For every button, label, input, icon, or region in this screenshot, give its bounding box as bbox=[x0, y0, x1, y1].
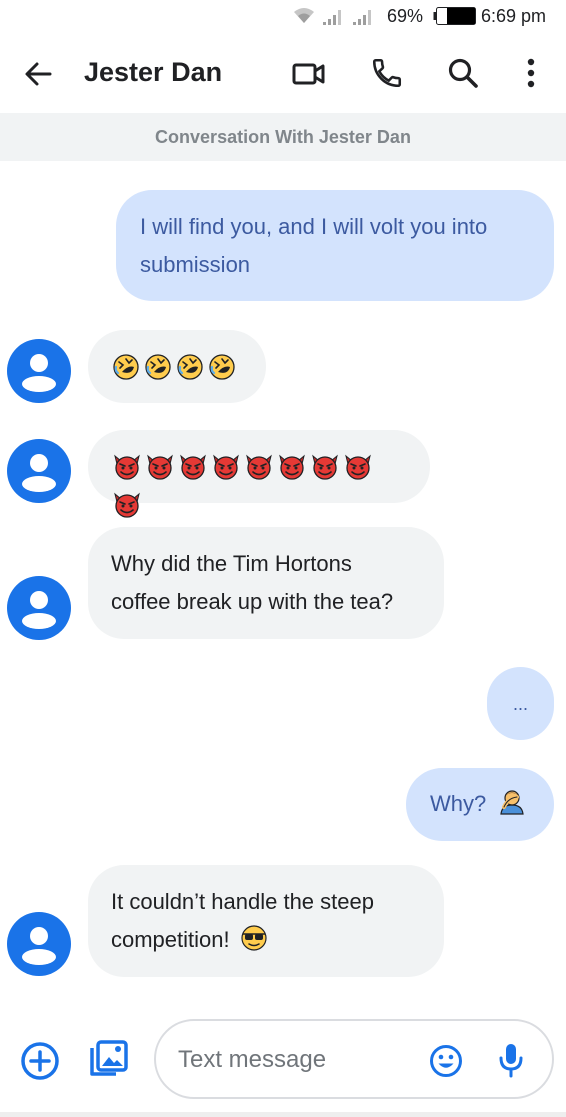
phone-call-icon[interactable] bbox=[370, 56, 404, 90]
message-text-line: Why did the Tim Hortons bbox=[111, 551, 352, 576]
emoji-row bbox=[112, 453, 376, 518]
message-input-field[interactable] bbox=[154, 1019, 554, 1099]
smiling-face-with-horns-emoji bbox=[180, 454, 206, 480]
contact-avatar[interactable] bbox=[7, 576, 71, 640]
person-icon bbox=[22, 591, 56, 629]
conversation-header-text: Conversation With Jester Dan bbox=[155, 126, 411, 147]
signal-icon bbox=[353, 10, 371, 25]
conversation-header: Conversation With Jester Dan bbox=[0, 113, 566, 161]
back-arrow-icon[interactable] bbox=[22, 58, 54, 90]
rolling-on-the-floor-laughing-emoji bbox=[113, 354, 139, 380]
message-text-line: coffee break up with the tea? bbox=[111, 589, 394, 614]
smiling-face-with-horns-emoji bbox=[312, 454, 338, 480]
message-bubble-outgoing[interactable]: ... bbox=[487, 667, 554, 740]
emoji-picker-icon[interactable] bbox=[428, 1043, 464, 1079]
smiling-face-with-horns-emoji bbox=[213, 454, 239, 480]
rolling-on-the-floor-laughing-emoji bbox=[209, 354, 235, 380]
smiling-face-with-sunglasses-emoji bbox=[241, 925, 267, 951]
video-call-icon[interactable] bbox=[292, 59, 326, 89]
signal-icon bbox=[323, 10, 341, 25]
smiling-face-with-horns-emoji bbox=[114, 492, 140, 518]
message-bubble-incoming[interactable]: Why did the Tim Hortons coffee break up … bbox=[88, 527, 444, 639]
contact-avatar[interactable] bbox=[7, 439, 71, 503]
message-bubble-incoming[interactable]: It couldn’t handle the steep competition… bbox=[88, 865, 444, 977]
battery-percent: 69% bbox=[387, 6, 424, 26]
smiling-face-with-horns-emoji bbox=[114, 454, 140, 480]
contact-avatar[interactable] bbox=[7, 912, 71, 976]
add-icon[interactable] bbox=[19, 1040, 61, 1082]
emoji-row bbox=[112, 353, 240, 380]
contact-avatar[interactable] bbox=[7, 339, 71, 403]
person-icon bbox=[22, 354, 56, 392]
app-bar: Jester Dan bbox=[0, 42, 566, 106]
message-text: Why? bbox=[430, 791, 487, 816]
more-options-icon[interactable] bbox=[518, 56, 544, 90]
message-text-line: submission bbox=[140, 252, 251, 277]
rolling-on-the-floor-laughing-emoji bbox=[145, 354, 171, 380]
rolling-on-the-floor-laughing-emoji bbox=[177, 354, 203, 380]
message-text-line: I will find you, and I will volt you int… bbox=[140, 214, 488, 239]
wifi-icon bbox=[294, 8, 314, 23]
smiling-face-with-horns-emoji bbox=[279, 454, 305, 480]
message-text-line: competition! bbox=[111, 921, 421, 959]
smiling-face-with-horns-emoji bbox=[345, 454, 371, 480]
message-text: ... bbox=[512, 694, 528, 714]
message-bubble-outgoing[interactable]: I will find you, and I will volt you int… bbox=[116, 190, 554, 301]
battery-icon bbox=[433, 7, 476, 25]
message-text-line: It couldn’t handle the steep bbox=[111, 889, 374, 914]
message-bubble-incoming[interactable] bbox=[88, 330, 266, 403]
message-bubble-incoming[interactable] bbox=[88, 430, 430, 518]
person-icon bbox=[22, 927, 56, 965]
person-facepalming-emoji bbox=[500, 790, 525, 815]
status-time: 6:69 pm bbox=[481, 6, 547, 26]
message-text: competition! bbox=[111, 927, 230, 952]
microphone-icon[interactable] bbox=[496, 1042, 526, 1080]
divider bbox=[0, 1112, 566, 1117]
status-bar: 69% 6:69 pm bbox=[0, 0, 566, 32]
message-bubble-outgoing[interactable]: Why? bbox=[406, 768, 554, 841]
search-icon[interactable] bbox=[446, 56, 480, 90]
contact-name: Jester Dan bbox=[84, 57, 223, 87]
text-message-input[interactable] bbox=[178, 1041, 418, 1079]
person-icon bbox=[22, 454, 56, 492]
smiling-face-with-horns-emoji bbox=[147, 454, 173, 480]
compose-bar bbox=[0, 1010, 566, 1117]
gallery-attach-icon[interactable] bbox=[86, 1038, 130, 1082]
smiling-face-with-horns-emoji bbox=[246, 454, 272, 480]
